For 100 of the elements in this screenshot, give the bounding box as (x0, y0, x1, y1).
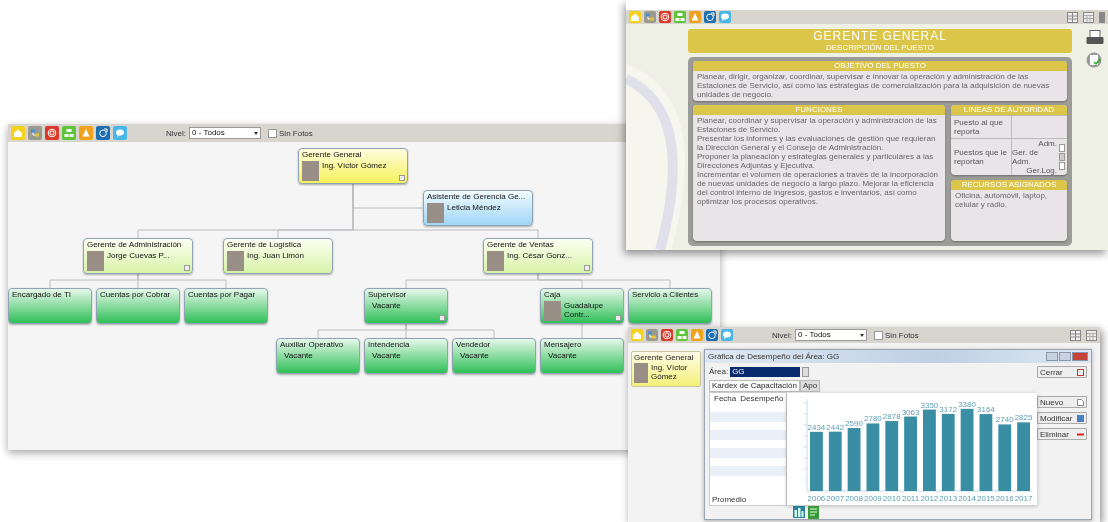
cone-icon[interactable] (689, 11, 701, 23)
org-node[interactable]: Encargado de TI (8, 288, 92, 324)
org-node[interactable]: Auxiliar Operativo Vacante (276, 338, 360, 374)
node-name: Ing. Víctor Gómez (651, 363, 689, 381)
data-label: 3172 (939, 404, 958, 414)
node-title: Gerente General (634, 353, 695, 362)
target-icon[interactable] (659, 11, 671, 23)
org-node[interactable]: Gerente General Ing. Víctor Gómez (298, 148, 408, 184)
node-title: Asistente de Gerencia Ge... (427, 192, 527, 202)
collapse-toggle[interactable] (439, 315, 445, 321)
cycle-icon[interactable] (706, 329, 718, 341)
org-node[interactable]: Supervisor Vacante (364, 288, 448, 324)
scrollbar-icon[interactable] (1059, 144, 1065, 170)
calendar-icon[interactable] (1083, 11, 1094, 23)
home-icon[interactable] (629, 11, 641, 23)
node-title: Encargado de TI (12, 290, 72, 300)
org-node[interactable]: Gerente General Ing. Víctor Gómez (631, 351, 701, 387)
collapse-toggle[interactable] (399, 175, 405, 181)
document-icon[interactable] (808, 506, 819, 519)
checkbox-label: Sin Fotos (885, 330, 919, 340)
org-node[interactable]: Gerente de Ventas Ing. César Gonz... (483, 238, 593, 274)
node-name: Leticia Méndez (447, 203, 501, 212)
dialog-title: Gráfica de Desempeño del Área: GG (708, 352, 840, 361)
network-icon[interactable] (646, 329, 658, 341)
bar-chart-icon[interactable] (793, 506, 805, 518)
axis-label: 2012 (920, 494, 939, 503)
target-icon[interactable] (661, 329, 673, 341)
level-dropdown[interactable]: 0 - Todos (189, 127, 261, 139)
node-title: Vendedor (456, 340, 492, 350)
org-node[interactable]: Gerente de Administración Jorge Cuevas P... (83, 238, 193, 274)
calendar-icon[interactable] (1086, 329, 1097, 341)
axis-label: 2011 (902, 494, 920, 503)
target-icon[interactable] (45, 126, 59, 140)
collapse-toggle[interactable] (615, 315, 621, 321)
org-node[interactable]: Mensajero Vacante (540, 338, 624, 374)
data-label: 2878 (882, 412, 901, 422)
hierarchy-icon[interactable] (62, 126, 76, 140)
org-node[interactable]: Cuentas por Cobrar (96, 288, 180, 324)
org-node[interactable]: Gerente de Logística Ing. Juan Limón (223, 238, 333, 274)
area-label: Área: (709, 367, 729, 376)
org-node[interactable]: Intendencia Vacante (364, 338, 448, 374)
close-button[interactable] (1072, 352, 1088, 361)
node-title: Intendencia (368, 340, 411, 350)
org-node[interactable]: Servicio a Clientes (628, 288, 712, 324)
org-node[interactable]: Asistente de Gerencia Ge... Leticia Méndez (423, 190, 533, 226)
cone-icon[interactable] (691, 329, 703, 341)
network-icon[interactable] (644, 11, 656, 23)
collapse-toggle[interactable] (184, 265, 190, 271)
resources-text: Oficina, automóvil, laptop, celular y radio. (954, 190, 1049, 211)
data-label: 2780 (864, 414, 882, 424)
cycle-icon[interactable] (96, 126, 110, 140)
dialog-button[interactable]: Nuevo (1037, 396, 1087, 408)
data-label: 2434 (807, 422, 826, 432)
axis-label: 2014 (958, 494, 976, 503)
node-title: Auxiliar Operativo (280, 340, 345, 350)
level-label: Nivel: (166, 128, 186, 138)
chat-bubble-icon[interactable] (721, 329, 733, 341)
column-header: Desempeño (740, 394, 784, 403)
axis-label: 2013 (939, 494, 958, 503)
dialog-button[interactable]: Modificar (1037, 412, 1087, 424)
checkbox[interactable] (268, 128, 277, 138)
printer-icon[interactable] (1086, 30, 1104, 46)
node-title: Mensajero (544, 340, 583, 350)
org-node[interactable]: Vendedor Vacante (452, 338, 536, 374)
tab[interactable]: Apo (799, 380, 821, 392)
org-node[interactable]: Cuentas por Pagar (184, 288, 268, 324)
chat-bubble-icon[interactable] (113, 126, 127, 140)
axis-label: 2007 (826, 494, 845, 503)
layout-icon[interactable] (1067, 11, 1078, 23)
minimize-button[interactable] (1046, 352, 1058, 361)
area-dropdown[interactable]: GG (730, 366, 801, 377)
tab[interactable]: Kardex de Capacitación (709, 380, 800, 392)
cone-icon[interactable] (79, 126, 93, 140)
home-icon[interactable] (631, 329, 643, 341)
org-node[interactable]: Caja Guadalupe Contr... (540, 288, 624, 324)
home-icon[interactable] (11, 126, 25, 140)
data-label: 3063 (901, 407, 920, 417)
axis-label: 2008 (845, 494, 863, 503)
hierarchy-icon[interactable] (676, 329, 688, 341)
node-name: Vacante (460, 351, 489, 360)
maximize-button[interactable] (1059, 352, 1071, 361)
dialog-button[interactable]: Eliminar (1037, 428, 1087, 440)
chat-bubble-icon[interactable] (719, 11, 731, 23)
hierarchy-icon[interactable] (674, 11, 686, 23)
node-name: Guadalupe Contr... (564, 301, 605, 319)
axis-label: 2015 (977, 494, 995, 503)
dialog-button[interactable]: Cerrar (1037, 366, 1087, 378)
cycle-icon[interactable] (704, 11, 716, 23)
collapse-toggle[interactable] (584, 265, 590, 271)
document-icon (1077, 398, 1084, 406)
axis-label: 2010 (882, 494, 901, 503)
panel-icon[interactable] (1099, 11, 1105, 23)
checkbox[interactable] (874, 330, 883, 340)
node-name: Jorge Cuevas P... (107, 251, 170, 260)
document-check-icon[interactable] (1086, 52, 1102, 68)
table-footer: Promedio (712, 495, 747, 504)
level-dropdown[interactable]: 0 - Todos (795, 329, 867, 341)
network-icon[interactable] (28, 126, 42, 140)
node-title: Supervisor (368, 290, 408, 300)
layout-icon[interactable] (1070, 329, 1081, 341)
